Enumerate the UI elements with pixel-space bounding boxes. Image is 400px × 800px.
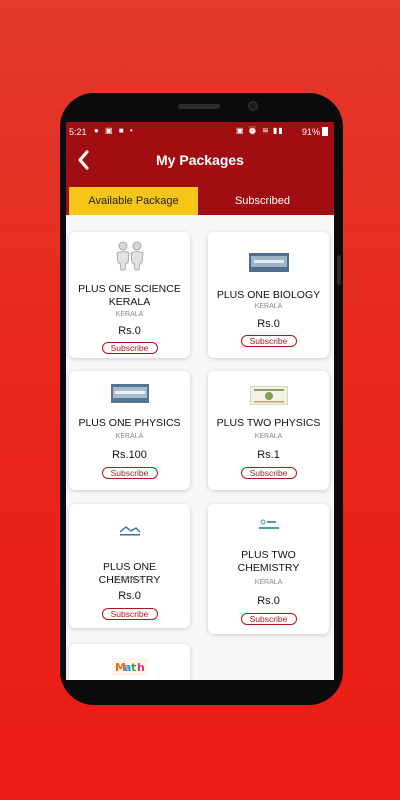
svg-text:h: h	[137, 661, 145, 674]
phone-speaker	[178, 104, 220, 109]
package-name: PLUS ONE SCIENCE KERALA	[78, 283, 181, 308]
biology-thumbnail	[208, 253, 329, 272]
package-region: KERALA	[254, 303, 283, 310]
package-price: Rs.100	[112, 449, 147, 461]
chemistry-two-thumbnail	[208, 518, 329, 532]
chemistry-thumbnail	[69, 525, 190, 537]
package-region: KERALA	[115, 576, 144, 583]
package-card[interactable]: PLUS ONE CHEMISTRY KERALA Rs.0 Subscribe	[69, 504, 190, 628]
phone-camera	[248, 101, 258, 111]
subscribe-button[interactable]: Subscribe	[101, 467, 158, 479]
page-title: My Packages	[156, 152, 244, 168]
package-name: PLUS ONE BIOLOGY	[216, 289, 321, 301]
battery-icon	[322, 127, 328, 136]
package-region: KERALA	[254, 579, 283, 586]
subscribe-button[interactable]: Subscribe	[240, 335, 297, 347]
package-grid: PLUS ONE SCIENCE KERALA KERALA Rs.0 Subs…	[66, 215, 334, 680]
package-tabs: Available Package Subscribed	[69, 187, 327, 215]
package-price: Rs.0	[118, 325, 141, 337]
app-header: 5:21 ● ▣ ■ • ▣ ⏰ ≋ ▮▮ 91% My Packages Av…	[66, 122, 334, 215]
maths-logo-thumbnail: M a t h	[69, 658, 190, 676]
subscribe-button[interactable]: Subscribe	[240, 613, 297, 625]
package-card[interactable]: PLUS TWO PHYSICS KERALA Rs.1 Subscribe	[208, 371, 329, 490]
people-icon	[69, 241, 190, 271]
package-card[interactable]: M a t h	[69, 644, 190, 680]
subscribe-button[interactable]: Subscribe	[101, 342, 158, 354]
package-card[interactable]: PLUS TWO CHEMISTRY KERALA Rs.0 Subscribe	[208, 504, 329, 634]
package-name: PLUS ONE CHEMISTRY	[98, 561, 161, 586]
package-price: Rs.0	[118, 590, 141, 602]
system-icons: ▣ ⏰ ≋ ▮▮	[236, 126, 284, 135]
package-region: KERALA	[115, 433, 144, 440]
app-screen: 5:21 ● ▣ ■ • ▣ ⏰ ≋ ▮▮ 91% My Packages Av…	[66, 122, 334, 680]
subscribe-button[interactable]: Subscribe	[240, 467, 297, 479]
subscribe-button[interactable]: Subscribe	[101, 608, 158, 620]
package-card[interactable]: PLUS ONE BIOLOGY KERALA Rs.0 Subscribe	[208, 232, 329, 358]
physics-two-thumbnail	[208, 386, 329, 405]
package-price: Rs.1	[257, 449, 280, 461]
battery-level: 91%	[302, 127, 321, 137]
package-region: KERALA	[254, 433, 283, 440]
package-name: PLUS ONE PHYSICS	[78, 417, 181, 429]
phone-side-button	[337, 255, 341, 285]
package-price: Rs.0	[257, 595, 280, 607]
package-name: PLUS TWO CHEMISTRY	[237, 549, 300, 574]
tab-available-package[interactable]: Available Package	[69, 187, 198, 215]
package-card[interactable]: PLUS ONE PHYSICS KERALA Rs.100 Subscribe	[69, 371, 190, 490]
status-bar: 5:21 ● ▣ ■ • ▣ ⏰ ≋ ▮▮ 91%	[66, 122, 334, 140]
status-time: 5:21	[69, 127, 87, 137]
package-name: PLUS TWO PHYSICS	[216, 417, 321, 429]
package-region: KERALA	[115, 311, 144, 318]
package-card[interactable]: PLUS ONE SCIENCE KERALA KERALA Rs.0 Subs…	[69, 232, 190, 358]
svg-text:t: t	[131, 661, 136, 674]
package-price: Rs.0	[257, 318, 280, 330]
notification-icons: ● ▣ ■ •	[94, 126, 135, 135]
physics-thumbnail	[69, 384, 190, 403]
tab-subscribed[interactable]: Subscribed	[198, 187, 327, 215]
